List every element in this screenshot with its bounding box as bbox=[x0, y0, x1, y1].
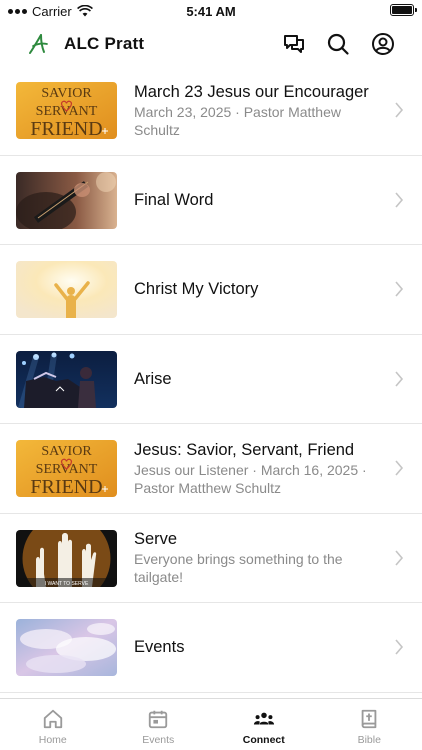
guitar-photo-thumbnail bbox=[16, 171, 117, 229]
tab-events[interactable]: Events bbox=[106, 699, 212, 750]
content-list: SAVIOR SERVANT FRIEND March 23 Jesus our… bbox=[0, 66, 422, 693]
tab-connect[interactable]: Connect bbox=[211, 699, 317, 750]
item-subtitle: Everyone brings something to the tailgat… bbox=[134, 551, 343, 586]
sky-clouds-thumbnail bbox=[16, 619, 117, 676]
item-subtitle: Jesus our Listener · March 16, 2025 · Pa… bbox=[134, 461, 367, 496]
list-item[interactable]: Events bbox=[0, 603, 422, 693]
tab-label: Events bbox=[142, 734, 175, 746]
tab-label: Bible bbox=[357, 734, 381, 746]
search-icon[interactable] bbox=[325, 31, 351, 57]
svg-text:SAVIOR: SAVIOR bbox=[41, 444, 92, 459]
worship-concert-thumbnail bbox=[16, 350, 117, 408]
savior-servant-friend-thumbnail: SAVIOR SERVANT FRIEND bbox=[16, 440, 117, 497]
item-title: Events bbox=[134, 638, 185, 657]
chevron-right-icon bbox=[395, 550, 404, 566]
list-item[interactable]: I WANT TO SERVE Serve Everyone brings so… bbox=[0, 514, 422, 603]
bottom-tab-bar: Home Events Connect Bible bbox=[0, 698, 422, 750]
item-title: Christ My Victory bbox=[134, 280, 259, 299]
chevron-right-icon bbox=[395, 371, 404, 387]
chevron-right-icon bbox=[395, 102, 404, 118]
tab-label: Home bbox=[38, 734, 67, 746]
list-item[interactable]: SAVIOR SERVANT FRIEND March 23 Jesus our… bbox=[0, 66, 422, 156]
svg-text:FRIEND: FRIEND bbox=[30, 118, 102, 139]
people-icon bbox=[253, 712, 274, 725]
battery-icon bbox=[390, 4, 417, 16]
item-title: Final Word bbox=[134, 190, 214, 209]
status-bar: Carrier 5:41 AM bbox=[0, 0, 422, 22]
item-title: Serve bbox=[134, 530, 178, 549]
list-item[interactable]: Arise bbox=[0, 335, 422, 424]
chat-icon[interactable] bbox=[281, 31, 307, 57]
app-header: ALC Pratt bbox=[0, 22, 422, 66]
tab-label: Connect bbox=[242, 734, 285, 746]
bible-icon bbox=[361, 709, 377, 729]
savior-servant-friend-thumbnail: SAVIOR SERVANT FRIEND bbox=[16, 82, 117, 139]
calendar-icon bbox=[149, 710, 168, 729]
status-time: 5:41 AM bbox=[186, 3, 236, 19]
item-title: Arise bbox=[134, 369, 172, 388]
chevron-right-icon bbox=[395, 460, 404, 476]
tab-bible[interactable]: Bible bbox=[317, 699, 422, 750]
serve-hands-thumbnail: I WANT TO SERVE bbox=[16, 529, 117, 587]
item-title: Jesus: Savior, Servant, Friend bbox=[134, 440, 355, 459]
item-title: March 23 Jesus our Encourager bbox=[134, 82, 369, 101]
svg-text:FRIEND: FRIEND bbox=[30, 476, 102, 497]
list-item[interactable]: SAVIOR SERVANT FRIEND Jesus: Savior, Ser… bbox=[0, 424, 422, 514]
home-icon bbox=[43, 709, 62, 729]
svg-text:SAVIOR: SAVIOR bbox=[41, 86, 92, 101]
item-subtitle: March 23, 2025 · Pastor Matthew Schultz bbox=[134, 103, 341, 138]
chevron-right-icon bbox=[395, 639, 404, 655]
tab-home[interactable]: Home bbox=[0, 699, 106, 750]
chevron-right-icon bbox=[395, 281, 404, 297]
list-item[interactable]: Final Word bbox=[0, 156, 422, 245]
svg-text:I WANT TO SERVE: I WANT TO SERVE bbox=[45, 581, 89, 587]
alc-logo-icon[interactable] bbox=[26, 32, 50, 56]
list-item[interactable]: Christ My Victory bbox=[0, 245, 422, 335]
app-title: ALC Pratt bbox=[64, 34, 145, 53]
account-icon[interactable] bbox=[370, 31, 396, 57]
raised-arms-thumbnail bbox=[16, 261, 117, 318]
chevron-right-icon bbox=[395, 192, 404, 208]
